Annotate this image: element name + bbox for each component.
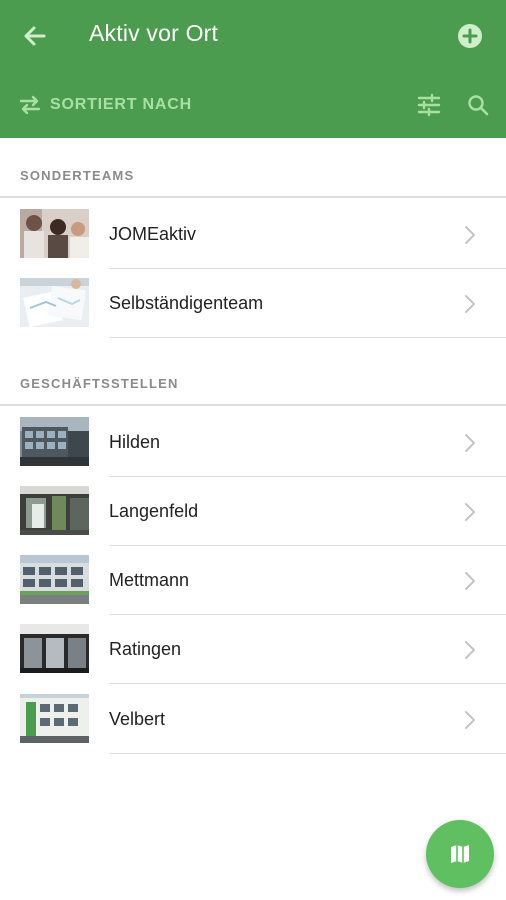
list-item-velbert[interactable]: Velbert xyxy=(0,685,506,754)
list-item-hilden[interactable]: Hilden xyxy=(0,408,506,477)
list-item-jomeaktiv[interactable]: JOMEaktiv xyxy=(0,200,506,269)
list-item-label: Selbständigenteam xyxy=(109,293,264,313)
chevron-right-icon xyxy=(465,295,475,313)
search-button[interactable] xyxy=(466,93,490,117)
filter-button[interactable] xyxy=(416,92,442,118)
chevron-right-icon xyxy=(465,711,475,729)
tune-sliders-icon xyxy=(417,93,441,117)
building-photo xyxy=(20,555,89,604)
list-item-label: Langenfeld xyxy=(109,501,199,521)
divider xyxy=(109,753,506,754)
people-photo xyxy=(20,209,89,258)
page-title: Aktiv vor Ort xyxy=(89,20,219,46)
section-header-sonderteams: SONDERTEAMS xyxy=(0,138,506,198)
chevron-right-icon xyxy=(465,641,475,659)
section-label: GESCHÄFTSSTELLEN xyxy=(20,376,179,391)
plus-circle-icon xyxy=(458,24,482,48)
list-item-label: Hilden xyxy=(109,432,161,452)
chevron-right-icon xyxy=(465,503,475,521)
chevron-right-icon xyxy=(465,572,475,590)
add-button[interactable] xyxy=(456,22,484,50)
sort-filter-bar: SORTIERT NACH xyxy=(0,78,506,130)
search-icon xyxy=(468,95,489,116)
divider xyxy=(0,196,506,198)
back-button[interactable] xyxy=(20,22,50,50)
map-icon xyxy=(451,845,469,863)
chevron-right-icon xyxy=(465,226,475,244)
list-item-selbstaendigenteam[interactable]: Selbständigenteam xyxy=(0,269,506,338)
sort-label: SORTIERT NACH xyxy=(50,96,192,113)
section-label: SONDERTEAMS xyxy=(20,168,135,183)
divider xyxy=(109,683,506,684)
building-entrance-photo xyxy=(20,486,89,535)
documents-photo xyxy=(20,278,89,327)
app-bar: Aktiv vor Ort SORTIERT NACH xyxy=(0,0,506,138)
list-item-label: Mettmann xyxy=(109,570,190,590)
list-item-label: JOMEaktiv xyxy=(109,224,197,244)
list-item-ratingen[interactable]: Ratingen xyxy=(0,615,506,684)
building-photo xyxy=(20,417,89,466)
toolbar: Aktiv vor Ort xyxy=(0,0,506,72)
map-button[interactable] xyxy=(426,820,494,888)
storefront-photo xyxy=(20,624,89,673)
list-item-label: Velbert xyxy=(109,709,166,729)
arrow-left-icon xyxy=(24,26,46,46)
section-header-geschaeftsstellen: GESCHÄFTSSTELLEN xyxy=(0,346,506,406)
sort-button[interactable]: SORTIERT NACH xyxy=(18,92,192,118)
building-photo xyxy=(20,694,89,743)
swap-horizontal-icon xyxy=(19,95,41,115)
list-item-label: Ratingen xyxy=(109,639,182,659)
divider xyxy=(109,337,506,338)
list-item-mettmann[interactable]: Mettmann xyxy=(0,546,506,615)
chevron-right-icon xyxy=(465,434,475,452)
list-item-langenfeld[interactable]: Langenfeld xyxy=(0,477,506,546)
divider xyxy=(0,404,506,406)
